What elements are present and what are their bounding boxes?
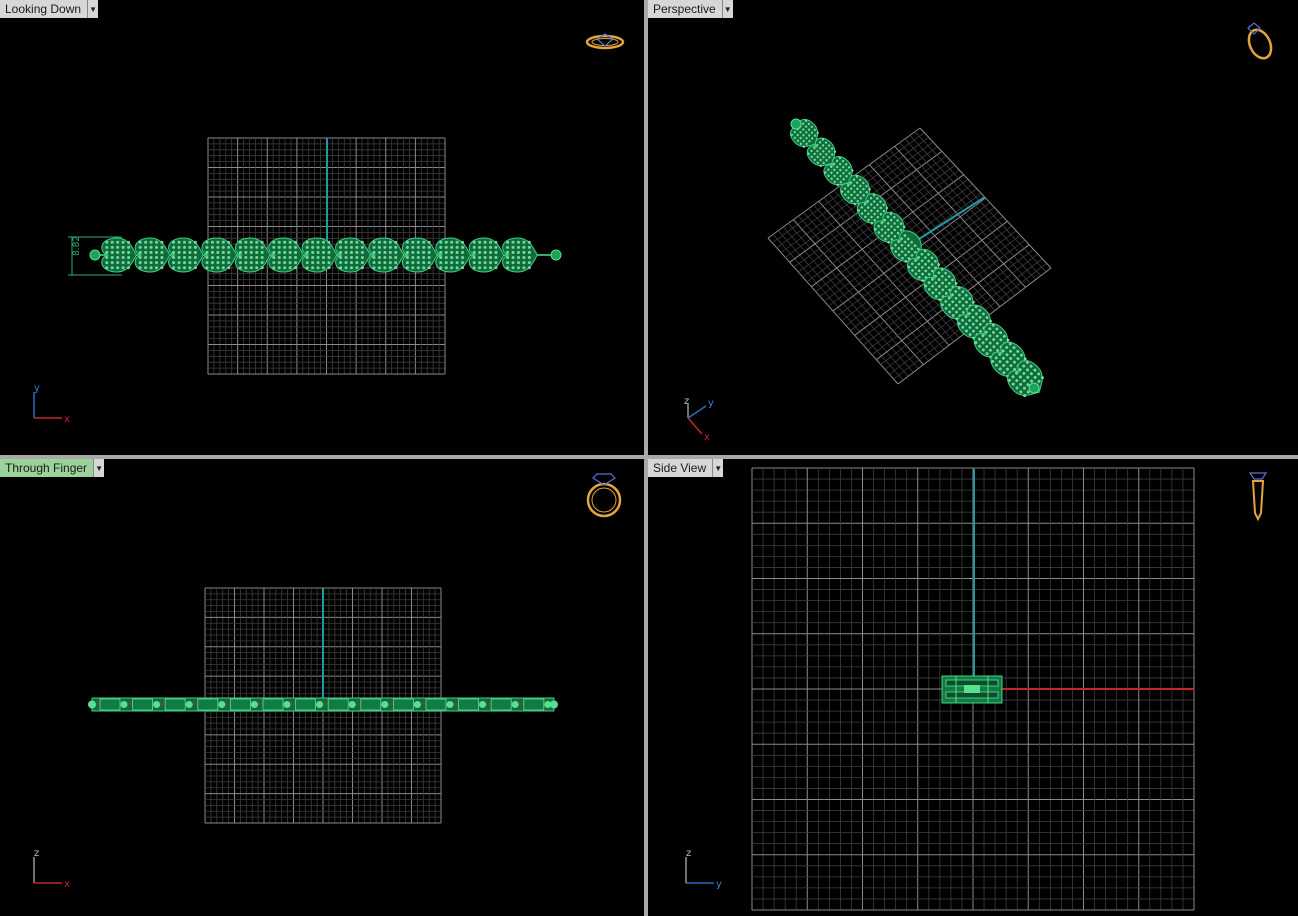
ring-front-icon[interactable] (582, 467, 626, 521)
chevron-down-icon[interactable]: ▼ (94, 459, 105, 477)
svg-text:z: z (34, 848, 39, 859)
perspective-scene (767, 116, 1052, 404)
ring-perspective-icon[interactable] (1240, 18, 1280, 62)
bracelet-side-section[interactable] (941, 675, 1003, 704)
axis-indicator: z y x (684, 396, 714, 443)
axis-indicator: z x (33, 848, 70, 890)
viewport-tab-label: Through Finger (0, 459, 95, 477)
viewport-tab-looking-down[interactable]: Looking Down ▼ (0, 0, 99, 18)
viewport-tab-side-view[interactable]: Side View ▼ (648, 459, 724, 477)
svg-text:x: x (64, 879, 70, 890)
viewport-looking-down[interactable]: Looking Down ▼ 8.82 y x (0, 0, 644, 455)
svg-text:x: x (704, 432, 710, 443)
dimension-value: 8.82 (72, 236, 82, 256)
looking-down-scene: 8.82 (68, 137, 562, 375)
viewport-tab-label: Side View (648, 459, 714, 477)
viewport-tab-perspective[interactable]: Perspective ▼ (648, 0, 733, 18)
chevron-down-icon[interactable]: ▼ (713, 459, 724, 477)
viewport-perspective[interactable]: Perspective ▼ z y x (648, 0, 1298, 455)
viewport-tab-through-finger[interactable]: Through Finger ▼ (0, 459, 105, 477)
side-view-scene (751, 467, 1195, 911)
svg-text:x: x (64, 414, 70, 425)
viewport-tab-label: Perspective (648, 0, 723, 18)
viewport-side-view[interactable]: Side View ▼ z y (648, 459, 1298, 916)
viewport-tab-label: Looking Down (0, 0, 89, 18)
through-finger-scene (88, 587, 558, 824)
viewport-through-finger[interactable]: Through Finger ▼ z x (0, 459, 644, 916)
svg-text:y: y (34, 383, 40, 394)
svg-text:y: y (708, 398, 714, 409)
axis-indicator: z y (685, 848, 722, 890)
ring-top-icon[interactable] (583, 30, 627, 54)
svg-text:z: z (684, 396, 689, 407)
svg-text:z: z (686, 848, 691, 859)
chevron-down-icon[interactable]: ▼ (88, 0, 99, 18)
ring-side-icon[interactable] (1246, 467, 1270, 523)
svg-text:y: y (716, 879, 722, 890)
chevron-down-icon[interactable]: ▼ (722, 0, 733, 18)
bracelet-front-view[interactable] (88, 697, 558, 712)
bracelet-top-view[interactable] (89, 237, 562, 273)
bracelet-perspective-view[interactable] (787, 116, 1051, 404)
axis-indicator: y x (33, 383, 70, 425)
